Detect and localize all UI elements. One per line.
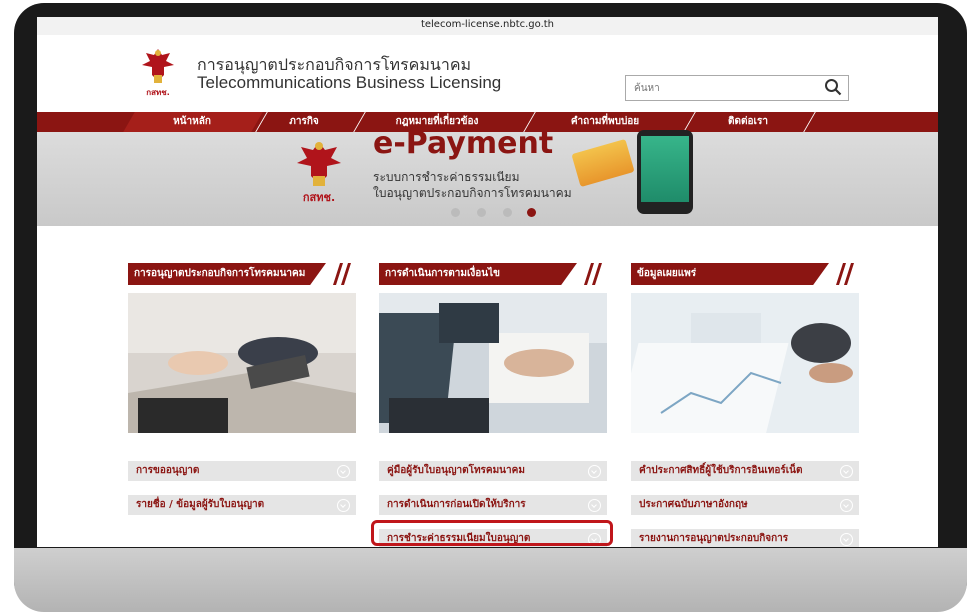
slide-dot[interactable] bbox=[477, 208, 486, 217]
site-header: กสทช. การอนุญาตประกอบกิจการโทรคมนาคม Tel… bbox=[37, 35, 938, 111]
e-payment-banner[interactable]: กสทช. e-Payment ระบบการชำระค่าธรรมเนียม … bbox=[37, 126, 938, 226]
chevron-right-icon bbox=[840, 533, 853, 546]
link-licensee-list[interactable]: รายชื่อ / ข้อมูลผู้รับใบอนุญาต bbox=[128, 495, 356, 515]
link-label: คู่มือผู้รับใบอนุญาตโทรคมนาคม bbox=[387, 465, 525, 476]
section-publications: ข้อมูลเผยแพร่ คำประกาศสิทธิ์ผู้ใช้บริการ… bbox=[631, 263, 859, 547]
search-icon[interactable] bbox=[824, 78, 842, 96]
chevron-right-icon bbox=[588, 465, 601, 478]
double-slash-icon bbox=[333, 263, 351, 285]
nav-divider bbox=[803, 112, 816, 132]
chevron-right-icon bbox=[337, 499, 350, 512]
link-apply-license[interactable]: การขออนุญาต bbox=[128, 461, 356, 481]
link-licensing-report[interactable]: รายงานการอนุญาตประกอบกิจการ bbox=[631, 529, 859, 547]
banner-garuda-icon: กสทช. bbox=[297, 142, 341, 204]
header-logo-text: กสทช. bbox=[146, 88, 169, 97]
banner-title: e-Payment bbox=[373, 126, 554, 161]
chevron-right-icon bbox=[840, 499, 853, 512]
link-label: การขออนุญาต bbox=[136, 465, 200, 476]
chevron-right-icon bbox=[588, 499, 601, 512]
garuda-logo-icon[interactable]: กสทช. bbox=[140, 45, 176, 97]
section-heading[interactable]: ข้อมูลเผยแพร่ bbox=[631, 263, 859, 285]
link-pre-service[interactable]: การดำเนินการก่อนเปิดให้บริการ bbox=[379, 495, 607, 515]
link-label: การดำเนินการก่อนเปิดให้บริการ bbox=[387, 499, 526, 510]
charts-documents-photo bbox=[631, 293, 859, 433]
link-internet-rights[interactable]: คำประกาศสิทธิ์ผู้ใช้บริการอินเทอร์เน็ต bbox=[631, 461, 859, 481]
chevron-right-icon bbox=[840, 465, 853, 478]
url-bar[interactable]: telecom-license.nbtc.go.th bbox=[37, 17, 938, 36]
slide-dot[interactable] bbox=[503, 208, 512, 217]
site-title-english[interactable]: Telecommunications Business Licensing bbox=[197, 73, 501, 93]
banner-subtitle-line2: ใบอนุญาตประกอบกิจการโทรคมนาคม bbox=[373, 186, 572, 200]
highlight-annotation bbox=[371, 520, 613, 546]
link-label: คำประกาศสิทธิ์ผู้ใช้บริการอินเทอร์เน็ต bbox=[639, 465, 803, 476]
link-english-notices[interactable]: ประกาศฉบับภาษาอังกฤษ bbox=[631, 495, 859, 515]
link-label: ประกาศฉบับภาษาอังกฤษ bbox=[639, 499, 748, 510]
section-heading-text: การอนุญาตประกอบกิจการโทรคมนาคม bbox=[134, 268, 306, 279]
link-label: รายงานการอนุญาตประกอบกิจการ bbox=[639, 533, 789, 544]
laptop-tablet-photo bbox=[128, 293, 356, 433]
double-slash-icon bbox=[584, 263, 602, 285]
slide-dot[interactable] bbox=[451, 208, 460, 217]
nav-divider bbox=[353, 112, 366, 132]
banner-logo-text: กสทช. bbox=[303, 191, 335, 204]
chevron-right-icon bbox=[337, 465, 350, 478]
section-heading-text: การดำเนินการตามเงื่อนไข bbox=[385, 268, 500, 279]
laptop-documents-photo bbox=[379, 293, 607, 433]
browser-screen: telecom-license.nbtc.go.th กสทช. การอนุญ… bbox=[37, 17, 938, 547]
nav-item-home[interactable]: หน้าหลัก bbox=[137, 112, 247, 132]
link-label: รายชื่อ / ข้อมูลผู้รับใบอนุญาต bbox=[136, 499, 265, 510]
nav-item-contact[interactable]: ติดต่อเรา bbox=[693, 112, 803, 132]
section-licensing: การอนุญาตประกอบกิจการโทรคมนาคม การขออนุญ… bbox=[128, 263, 356, 515]
nav-item-mission[interactable]: ภารกิจ bbox=[259, 112, 349, 132]
credit-card-icon bbox=[571, 138, 635, 188]
device-bezel bbox=[14, 548, 967, 612]
nav-item-faq[interactable]: คำถามที่พบบ่อย bbox=[535, 112, 675, 132]
double-slash-icon bbox=[836, 263, 854, 285]
section-heading[interactable]: การดำเนินการตามเงื่อนไข bbox=[379, 263, 607, 285]
search-input[interactable] bbox=[626, 77, 822, 100]
slide-dot-active[interactable] bbox=[527, 208, 536, 217]
link-licensee-manual[interactable]: คู่มือผู้รับใบอนุญาตโทรคมนาคม bbox=[379, 461, 607, 481]
search-box[interactable] bbox=[625, 75, 849, 101]
section-heading-text: ข้อมูลเผยแพร่ bbox=[637, 268, 697, 279]
section-conditions: การดำเนินการตามเงื่อนไข คู่มือผู้รับใบอน… bbox=[379, 263, 607, 547]
smartphone-icon bbox=[637, 130, 693, 214]
section-heading[interactable]: การอนุญาตประกอบกิจการโทรคมนาคม bbox=[128, 263, 356, 285]
